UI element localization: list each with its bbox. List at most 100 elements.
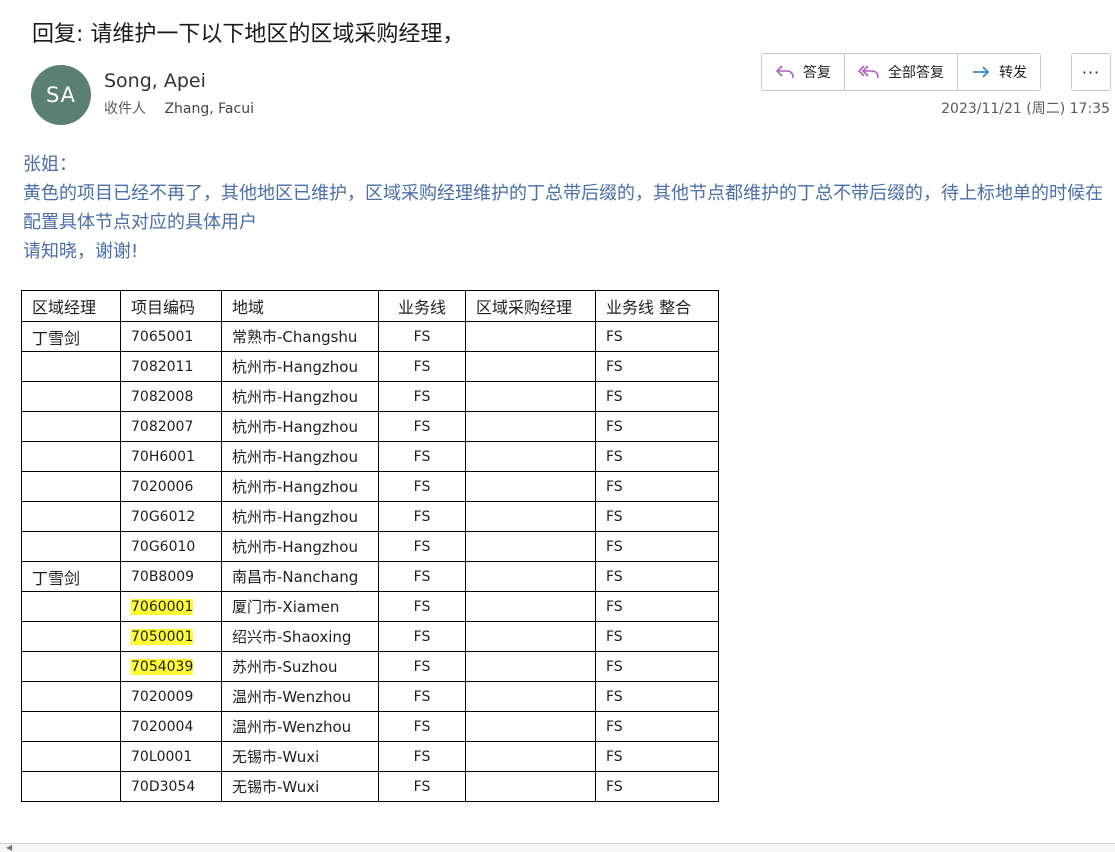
cell-project-code-text: 70H6001: [131, 448, 195, 465]
cell-business-line: FS: [378, 501, 466, 532]
cell-business-line-text: FS: [413, 358, 431, 375]
cell-project-code-text: 7020004: [131, 718, 194, 735]
forward-icon: [973, 66, 990, 78]
cell-merged-line-text: FS: [606, 748, 623, 765]
table-header-row: 区域经理 项目编码 地域 业务线 区域采购经理 业务线 整合: [21, 290, 719, 322]
cell-merged-line: FS: [595, 411, 719, 442]
cell-region-manager-text: 丁雪剑: [32, 328, 81, 348]
cell-business-line-text: FS: [413, 388, 431, 405]
cell-location: 常熟市-Changshu: [221, 321, 379, 352]
cell-merged-line: FS: [595, 441, 719, 472]
cell-merged-line-text: FS: [606, 778, 623, 795]
cell-project-code-text: 7082008: [131, 388, 194, 405]
cell-region-buyer: [465, 621, 596, 652]
forward-button[interactable]: 转发: [958, 54, 1040, 90]
header-region-manager: 区域经理: [21, 290, 121, 322]
cell-location-text: 杭州市-Hangzhou: [232, 388, 358, 406]
cell-location-text: 南昌市-Nanchang: [232, 568, 359, 586]
cell-business-line-text: FS: [413, 568, 431, 585]
cell-location-text: 无锡市-Wuxi: [232, 778, 320, 796]
reply-all-button[interactable]: 全部答复: [845, 54, 958, 90]
cell-region-manager: [21, 471, 121, 502]
cell-location-text: 杭州市-Hangzhou: [232, 538, 358, 556]
more-options-button[interactable]: ···: [1071, 53, 1111, 91]
cell-merged-line-text: FS: [606, 328, 623, 345]
table-row: 70G6012 杭州市-Hangzhou FS FS: [21, 501, 719, 532]
cell-region-manager: [21, 741, 121, 772]
cell-merged-line-text: FS: [606, 598, 623, 615]
cell-project-code: 70H6001: [120, 441, 222, 472]
cell-merged-line: FS: [595, 741, 719, 772]
cell-business-line-text: FS: [413, 778, 431, 795]
cell-region-manager: [21, 771, 121, 802]
cell-location: 南昌市-Nanchang: [221, 561, 379, 592]
message-body: 张姐： 黄色的项目已经不再了，其他地区已维护，区域采购经理维护的丁总带后缀的，其…: [23, 150, 1111, 266]
cell-location: 无锡市-Wuxi: [221, 771, 379, 802]
table-row: 7060001 厦门市-Xiamen FS FS: [21, 591, 719, 622]
cell-merged-line-text: FS: [606, 658, 623, 675]
cell-project-code-text: 7020009: [131, 688, 194, 705]
cell-region-manager: 丁雪剑: [21, 321, 121, 352]
cell-region-manager-text: 丁雪剑: [32, 568, 81, 588]
cell-business-line: FS: [378, 621, 466, 652]
cell-region-buyer: [465, 411, 596, 442]
table-row: 7054039 苏州市-Suzhou FS FS: [21, 651, 719, 682]
reply-button[interactable]: 答复: [762, 54, 845, 90]
header-location: 地域: [221, 290, 379, 322]
cell-location: 杭州市-Hangzhou: [221, 501, 379, 532]
cell-location-text: 苏州市-Suzhou: [232, 658, 338, 676]
avatar[interactable]: SA: [31, 65, 91, 125]
sender-name[interactable]: Song, Apei: [104, 70, 206, 92]
cell-region-manager: [21, 651, 121, 682]
cell-location-text: 常熟市-Changshu: [232, 328, 358, 346]
table-row: 7082011 杭州市-Hangzhou FS FS: [21, 351, 719, 382]
cell-region-buyer: [465, 651, 596, 682]
table-row: 70D3054 无锡市-Wuxi FS FS: [21, 771, 719, 802]
cell-location: 杭州市-Hangzhou: [221, 351, 379, 382]
header-merged-line: 业务线 整合: [595, 290, 719, 322]
table-row: 7082007 杭州市-Hangzhou FS FS: [21, 411, 719, 442]
cell-location: 无锡市-Wuxi: [221, 741, 379, 772]
forward-label: 转发: [999, 65, 1027, 81]
cell-location: 杭州市-Hangzhou: [221, 471, 379, 502]
cell-merged-line: FS: [595, 501, 719, 532]
header-business-line: 业务线: [378, 290, 466, 322]
cell-region-manager: [21, 441, 121, 472]
table-body: 丁雪剑 7065001 常熟市-Changshu FS FS 7082011 杭州市-Han…: [21, 321, 719, 802]
cell-region-buyer: [465, 771, 596, 802]
cell-project-code-text: 7020006: [131, 478, 194, 495]
header-region-buyer: 区域采购经理: [465, 290, 596, 322]
cell-region-manager: [21, 381, 121, 412]
cell-project-code: 7020009: [120, 681, 222, 712]
cell-business-line-text: FS: [413, 718, 431, 735]
cell-project-code: 7020004: [120, 711, 222, 742]
cell-business-line-text: FS: [413, 418, 431, 435]
cell-location: 杭州市-Hangzhou: [221, 381, 379, 412]
cell-region-buyer: [465, 561, 596, 592]
cell-merged-line: FS: [595, 381, 719, 412]
cell-merged-line-text: FS: [606, 508, 623, 525]
cell-region-manager: 丁雪剑: [21, 561, 121, 592]
cell-region-manager: [21, 591, 121, 622]
cell-business-line-text: FS: [413, 658, 431, 675]
table-row: 7020006 杭州市-Hangzhou FS FS: [21, 471, 719, 502]
cell-location-text: 绍兴市-Shaoxing: [232, 628, 352, 646]
cell-region-buyer: [465, 681, 596, 712]
cell-business-line: FS: [378, 321, 466, 352]
cell-region-manager: [21, 411, 121, 442]
region-table: 区域经理 项目编码 地域 业务线 区域采购经理 业务线 整合 丁雪剑 706500…: [21, 290, 719, 802]
cell-merged-line: FS: [595, 621, 719, 652]
to-label: 收件人: [104, 101, 146, 117]
cell-location: 杭州市-Hangzhou: [221, 441, 379, 472]
cell-business-line: FS: [378, 711, 466, 742]
cell-business-line-text: FS: [413, 478, 431, 495]
cell-business-line: FS: [378, 381, 466, 412]
header-project-code: 项目编码: [120, 290, 222, 322]
cell-region-buyer: [465, 321, 596, 352]
cell-project-code-text: 7065001: [131, 328, 194, 345]
recipient-name[interactable]: Zhang, Facui: [164, 101, 254, 117]
cell-merged-line: FS: [595, 681, 719, 712]
cell-region-buyer: [465, 501, 596, 532]
cell-location: 苏州市-Suzhou: [221, 651, 379, 682]
cell-business-line: FS: [378, 441, 466, 472]
